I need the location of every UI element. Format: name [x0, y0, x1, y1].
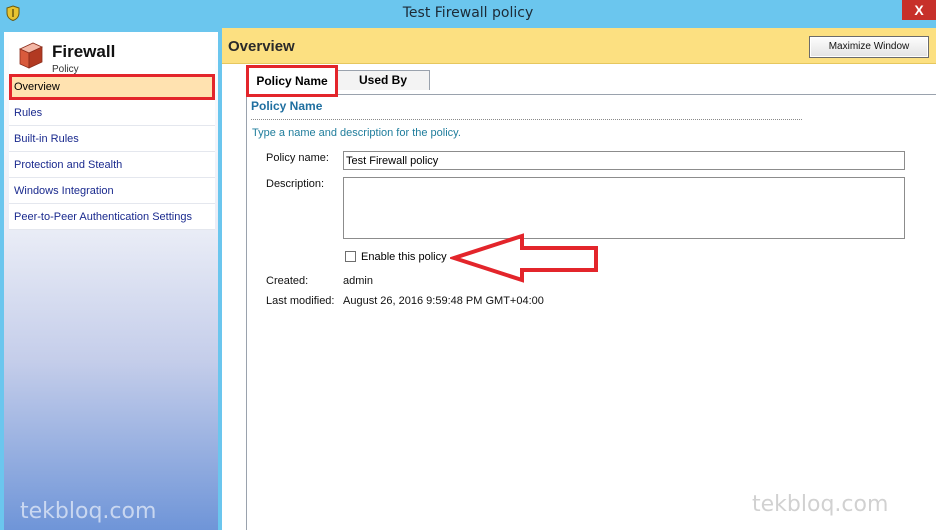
sidebar: Firewall Policy Overview Rules Built-in … — [4, 32, 218, 530]
watermark-right: tekbloq.com — [752, 492, 889, 517]
enable-policy-checkbox[interactable] — [345, 251, 356, 262]
red-arrow-icon — [450, 233, 598, 283]
policy-name-label: Policy name: — [266, 152, 329, 164]
sidebar-nav: Overview Rules Built-in Rules Protection… — [9, 74, 215, 230]
description-textarea[interactable] — [343, 177, 905, 239]
header-bar: Overview Maximize Window — [222, 28, 936, 64]
sidebar-title: Firewall — [52, 42, 116, 61]
instructions-text: Type a name and description for the poli… — [252, 127, 461, 139]
window-title: Test Firewall policy — [402, 5, 534, 21]
sidebar-item-overview[interactable]: Overview — [9, 74, 215, 100]
title-bar: Test Firewall policy X — [0, 0, 936, 28]
tab-used-by[interactable]: Used By — [336, 70, 430, 90]
sidebar-item-peer-to-peer-auth[interactable]: Peer-to-Peer Authentication Settings — [9, 204, 215, 230]
tab-policy-name[interactable]: Policy Name — [246, 65, 338, 97]
section-divider — [251, 119, 802, 120]
section-title: Policy Name — [251, 99, 323, 113]
sidebar-header: Firewall Policy — [9, 36, 215, 75]
sidebar-item-rules[interactable]: Rules — [9, 100, 215, 126]
description-label: Description: — [266, 178, 325, 190]
last-modified-label: Last modified: — [266, 295, 335, 307]
created-label: Created: — [266, 275, 309, 287]
policy-name-input[interactable] — [343, 151, 905, 170]
page-title: Overview — [228, 38, 295, 55]
watermark-left: tekbloq.com — [20, 499, 157, 524]
maximize-window-button[interactable]: Maximize Window — [809, 36, 929, 58]
last-modified-value: August 26, 2016 9:59:48 PM GMT+04:00 — [343, 295, 544, 307]
enable-policy-label[interactable]: Enable this policy — [361, 251, 447, 263]
sidebar-item-windows-integration[interactable]: Windows Integration — [9, 178, 215, 204]
sidebar-item-protection-and-stealth[interactable]: Protection and Stealth — [9, 152, 215, 178]
close-button[interactable]: X — [902, 0, 936, 20]
created-value: admin — [343, 275, 373, 287]
sidebar-item-built-in-rules[interactable]: Built-in Rules — [9, 126, 215, 152]
firewall-brick-icon — [19, 42, 43, 69]
